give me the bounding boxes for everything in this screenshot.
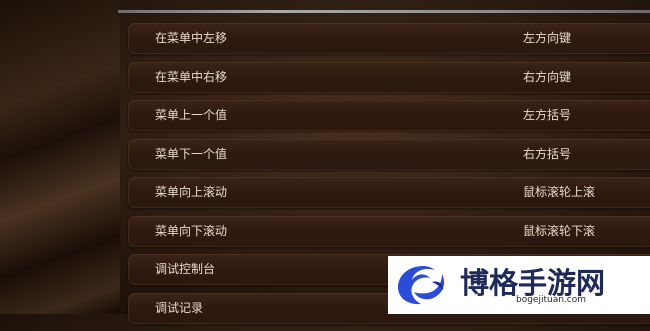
key-binding-value[interactable]: 鼠标滚轮下滚 bbox=[523, 216, 595, 247]
action-label: 菜单向上滚动 bbox=[155, 185, 228, 199]
action-label: 菜单向下滚动 bbox=[155, 223, 228, 238]
key-binding-value[interactable]: 左方向键 bbox=[523, 23, 571, 54]
background-left-panel bbox=[0, 0, 120, 314]
watermark-url: bogejituan.com bbox=[516, 295, 587, 305]
action-label: 菜单下一个值 bbox=[155, 146, 228, 161]
action-label: 调试记录 bbox=[155, 300, 204, 315]
action-label: 菜单上一个值 bbox=[155, 108, 228, 122]
key-binding-value[interactable]: 左方括号 bbox=[523, 100, 571, 131]
keybinding-row-move-right[interactable]: 在菜单中右移 右方向键 bbox=[128, 61, 650, 93]
action-label: 在菜单中右移 bbox=[155, 69, 228, 84]
watermark-overlay: 博格手游网 bogejituan.com bbox=[388, 256, 650, 314]
keybinding-row-move-left[interactable]: 在菜单中左移 左方向键 bbox=[128, 23, 650, 54]
keybinding-row-scroll-up[interactable]: 菜单向上滚动 鼠标滚轮上滚 bbox=[128, 177, 650, 208]
keybinding-row-prev-value[interactable]: 菜单上一个值 左方括号 bbox=[128, 100, 650, 131]
key-binding-value[interactable]: 鼠标滚轮上滚 bbox=[523, 177, 595, 208]
keybinding-row-scroll-down[interactable]: 菜单向下滚动 鼠标滚轮下滚 bbox=[128, 215, 650, 247]
action-label: 在菜单中左移 bbox=[155, 31, 228, 45]
header-divider bbox=[118, 10, 650, 13]
swirl-logo-icon bbox=[398, 266, 445, 305]
keybinding-row-next-value[interactable]: 菜单下一个值 右方括号 bbox=[128, 138, 650, 170]
action-label: 调试控制台 bbox=[155, 262, 216, 276]
key-binding-value[interactable]: 右方向键 bbox=[523, 62, 571, 93]
key-binding-value[interactable]: 右方括号 bbox=[523, 139, 571, 170]
